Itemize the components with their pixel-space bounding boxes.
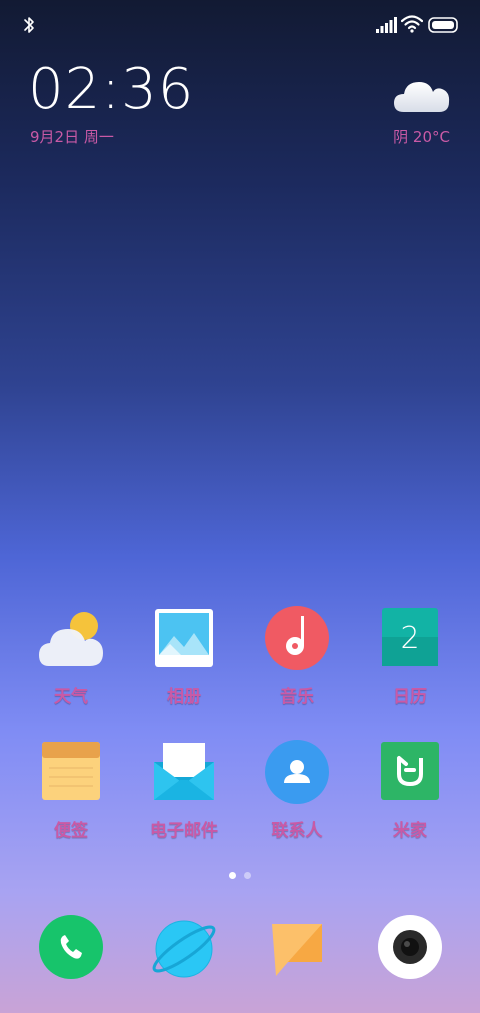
notes-app-icon[interactable] — [37, 740, 105, 808]
calendar-app-icon[interactable]: 2 — [376, 606, 444, 674]
app-notes[interactable]: 便签 — [23, 740, 119, 841]
dock-messages[interactable] — [249, 914, 345, 980]
email-app-icon[interactable] — [150, 740, 218, 808]
browser-app-icon[interactable] — [151, 914, 217, 980]
app-contacts[interactable]: 联系人 — [249, 740, 345, 841]
messages-app-icon[interactable] — [264, 914, 330, 980]
clock-date[interactable]: 9月2日 周一 — [30, 126, 114, 147]
music-app-icon[interactable] — [263, 606, 331, 674]
cloudy-icon[interactable] — [392, 72, 452, 116]
mijia-app-icon[interactable] — [376, 740, 444, 808]
wifi-icon — [401, 15, 423, 33]
app-label: 相册 — [167, 687, 201, 707]
camera-app-icon[interactable] — [377, 914, 443, 980]
app-music[interactable]: 音乐 — [249, 606, 345, 707]
page-indicator[interactable] — [226, 872, 256, 882]
app-label: 音乐 — [280, 687, 314, 707]
app-weather[interactable]: 天气 — [23, 606, 119, 707]
app-label: 米家 — [393, 821, 427, 841]
app-mijia[interactable]: 米家 — [362, 740, 458, 841]
clock-time[interactable]: 02:36 — [28, 62, 194, 118]
app-label: 天气 — [54, 687, 88, 707]
dock-phone[interactable] — [23, 914, 119, 980]
phone-app-icon[interactable] — [38, 914, 104, 980]
page-dot[interactable] — [244, 872, 251, 879]
app-gallery[interactable]: 相册 — [136, 606, 232, 707]
app-calendar[interactable]: 2 日历 — [362, 606, 458, 707]
app-label: 联系人 — [271, 821, 323, 841]
weather-app-icon[interactable] — [37, 606, 105, 674]
app-label: 便签 — [54, 821, 88, 841]
status-bar — [0, 0, 480, 50]
app-label: 电子邮件 — [150, 821, 218, 841]
gallery-app-icon[interactable] — [150, 606, 218, 674]
app-label: 日历 — [393, 687, 427, 707]
contacts-app-icon[interactable] — [263, 740, 331, 808]
page-dot-active[interactable] — [229, 872, 236, 879]
bluetooth-icon — [24, 17, 34, 33]
dock-browser[interactable] — [136, 914, 232, 980]
weather-summary[interactable]: 阴 20°C — [393, 126, 450, 147]
dock-camera[interactable] — [362, 914, 458, 980]
calendar-day: 2 — [400, 621, 419, 656]
cellular-signal-icon — [376, 17, 397, 33]
app-email[interactable]: 电子邮件 — [136, 740, 232, 841]
battery-icon — [428, 17, 458, 33]
